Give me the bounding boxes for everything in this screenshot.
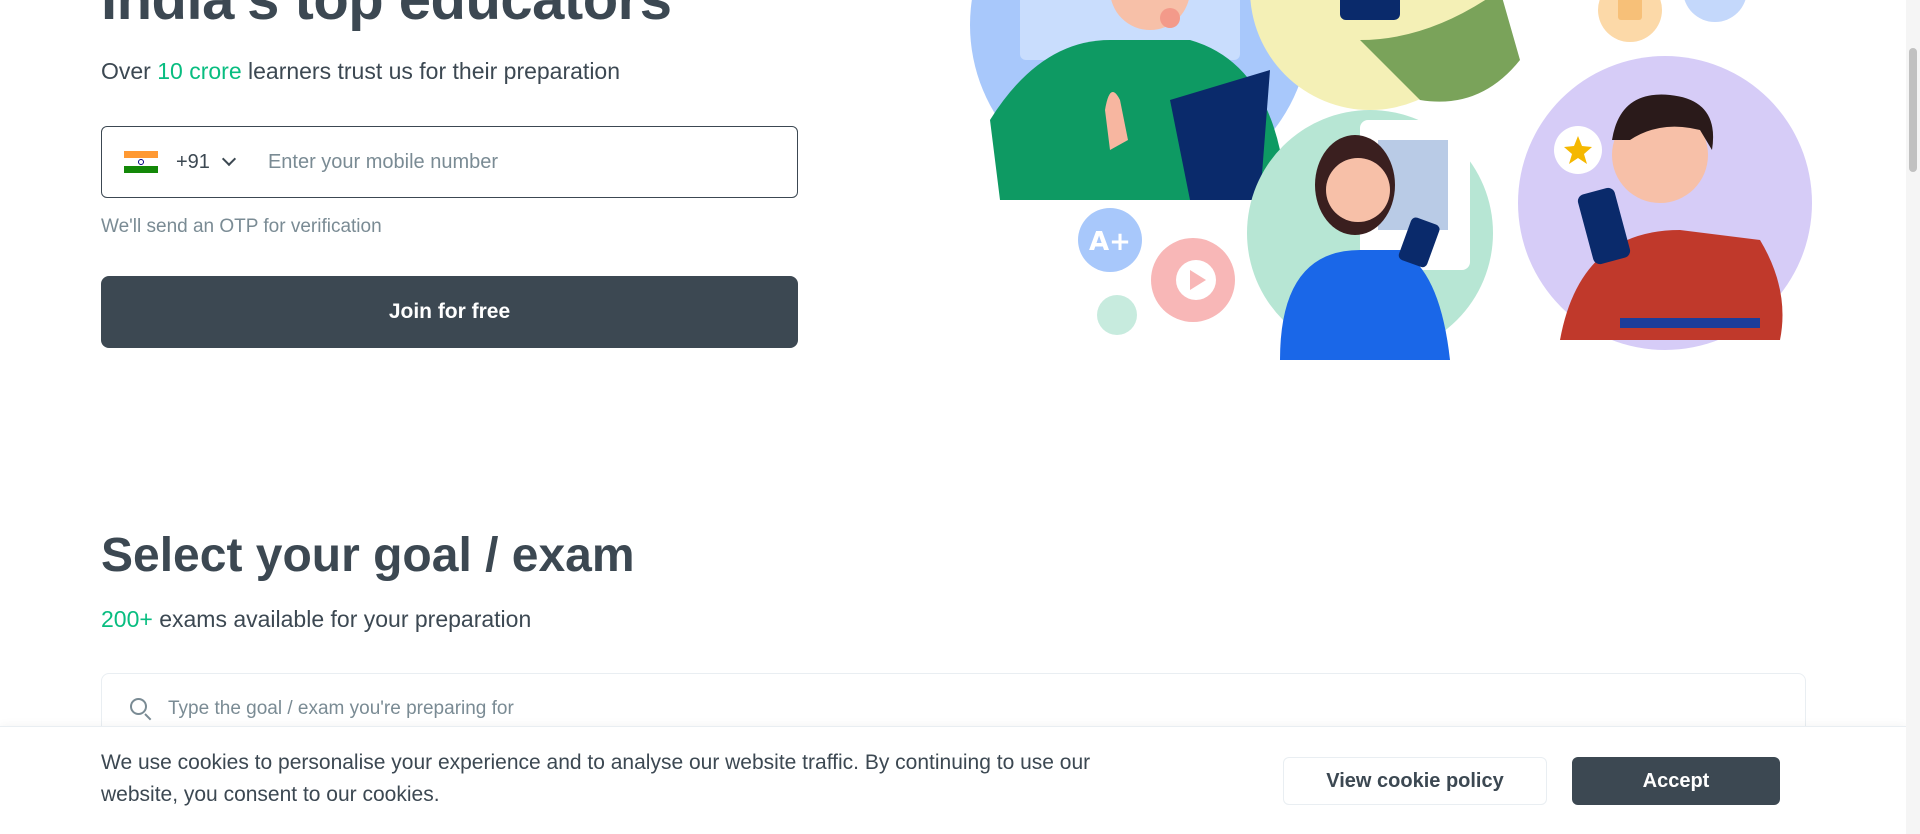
search-icon bbox=[130, 698, 152, 721]
goal-title: Select your goal / exam bbox=[101, 529, 635, 582]
country-code[interactable]: +91 bbox=[176, 151, 210, 174]
india-flag-icon bbox=[124, 151, 158, 173]
svg-text:A+: A+ bbox=[1089, 227, 1131, 257]
cookie-text: We use cookies to personalise your exper… bbox=[101, 751, 1091, 806]
goal-search-input[interactable] bbox=[168, 698, 1068, 720]
chevron-down-icon[interactable] bbox=[221, 151, 237, 167]
hero-subtitle: Over 10 crore learners trust us for thei… bbox=[101, 58, 620, 85]
goal-sub-highlight: 200+ bbox=[101, 606, 153, 632]
hero-sub-highlight: 10 crore bbox=[157, 58, 242, 84]
join-for-free-button[interactable]: Join for free bbox=[101, 276, 798, 348]
cookie-banner: We use cookies to personalise your exper… bbox=[0, 726, 1906, 834]
hero-title: India's top educators bbox=[101, 0, 672, 33]
page-scrollbar[interactable] bbox=[1906, 0, 1920, 834]
goal-subtitle: 200+ exams available for your preparatio… bbox=[101, 606, 531, 633]
accept-cookies-button[interactable]: Accept bbox=[1572, 757, 1780, 805]
hero-sub-prefix: Over bbox=[101, 58, 158, 84]
goal-sub-suffix: exams available for your preparation bbox=[152, 606, 532, 632]
otp-note: We'll send an OTP for verification bbox=[101, 216, 382, 237]
view-cookie-policy-button[interactable]: View cookie policy bbox=[1283, 757, 1547, 805]
scrollbar-thumb[interactable] bbox=[1909, 48, 1917, 172]
hero-sub-suffix: learners trust us for their preparation bbox=[241, 58, 621, 84]
phone-field: +91 bbox=[101, 126, 798, 198]
educators-illustration: A+ bbox=[970, 0, 1812, 360]
mobile-number-input[interactable] bbox=[267, 150, 768, 174]
